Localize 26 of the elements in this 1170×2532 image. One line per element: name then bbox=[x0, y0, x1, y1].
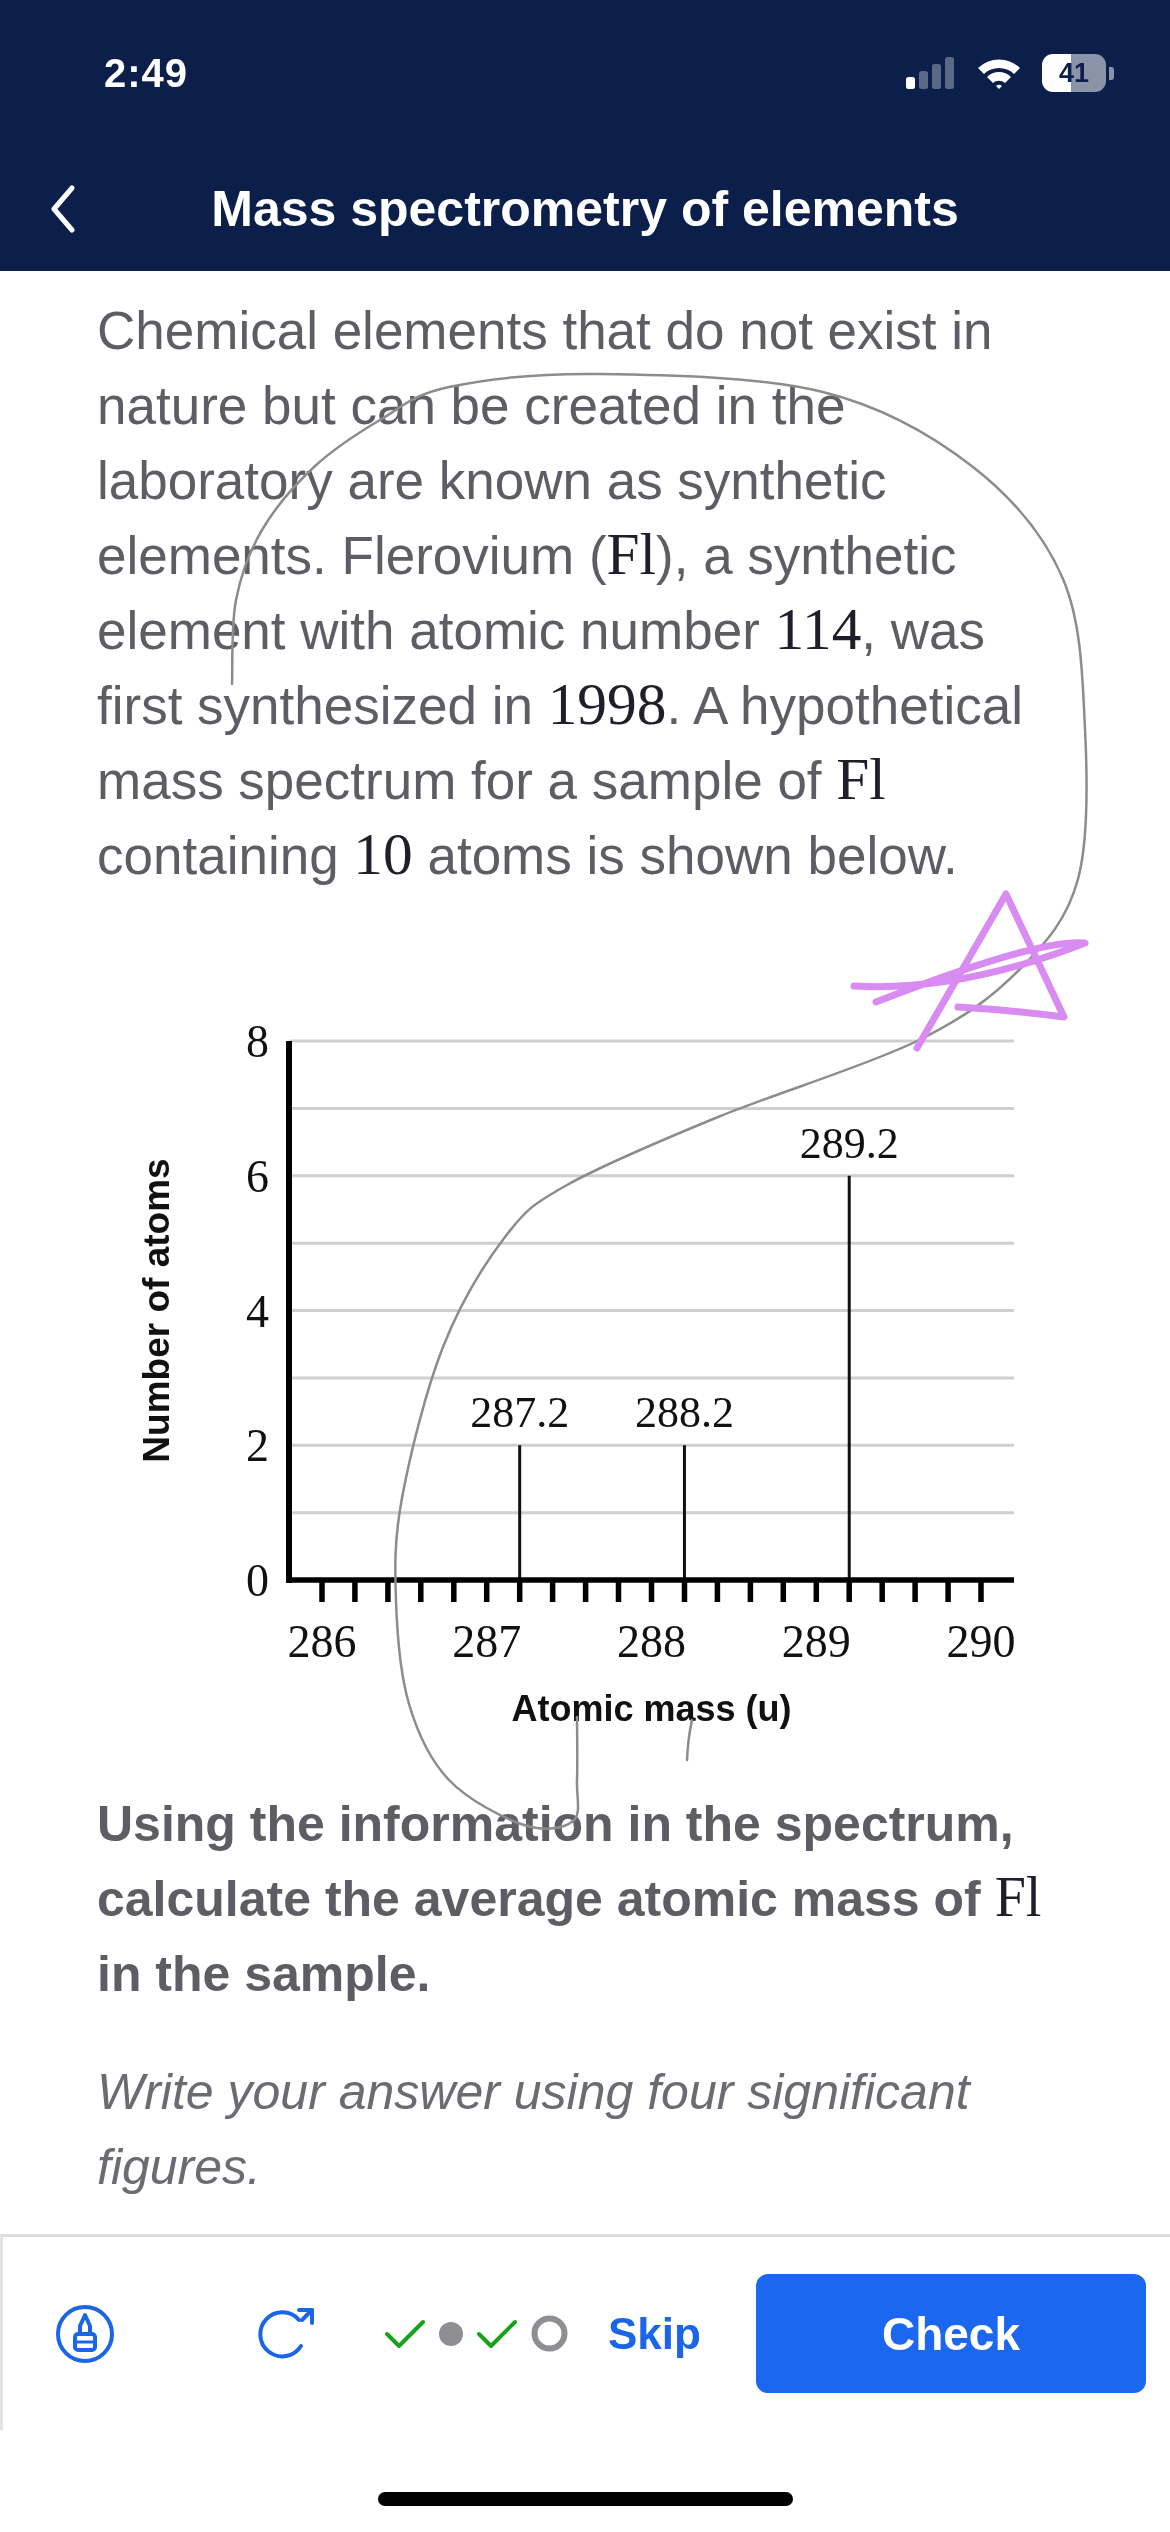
axis-tick-label: 288 bbox=[617, 1616, 686, 1667]
signal-icon bbox=[906, 57, 956, 89]
wifi-icon bbox=[976, 56, 1022, 90]
axis-tick-label: 287 bbox=[452, 1616, 522, 1667]
axis-tick-label: 289 bbox=[781, 1616, 851, 1667]
screen-title: Mass spectrometry of elements bbox=[211, 179, 959, 238]
axis-tick-label: 290 bbox=[946, 1616, 1016, 1667]
axis-tick-label: 0 bbox=[246, 1555, 269, 1606]
marker-icon bbox=[55, 2303, 115, 2364]
axis-tick-label: 4 bbox=[246, 1285, 269, 1337]
axis-tick-label: 2 bbox=[246, 1420, 269, 1472]
axis-tick-label: 286 bbox=[287, 1616, 357, 1667]
question-text: Using the information in the spectrum, calculate the average atomic mass of Fl in the sample. bbox=[97, 1795, 1043, 2004]
peak-label: 288.2 bbox=[634, 1388, 734, 1438]
skip-button[interactable]: Skip bbox=[608, 2308, 701, 2359]
instruction-text: Write your answer using four significant figures. bbox=[97, 2063, 973, 2197]
axis-tick-label: 8 bbox=[246, 1016, 269, 1067]
back-icon bbox=[50, 184, 76, 233]
scratchpad-button[interactable] bbox=[55, 2303, 115, 2364]
axis-title: Number of atoms bbox=[136, 1158, 177, 1463]
peak-label: 289.2 bbox=[799, 1118, 899, 1168]
check-button[interactable]: Check bbox=[756, 2274, 1146, 2393]
status-time: 2:49 bbox=[104, 50, 189, 96]
axis-title: Atomic mass (u) bbox=[511, 1688, 792, 1729]
peak-label: 287.2 bbox=[470, 1388, 570, 1438]
axis-tick-label: 6 bbox=[246, 1150, 269, 1202]
